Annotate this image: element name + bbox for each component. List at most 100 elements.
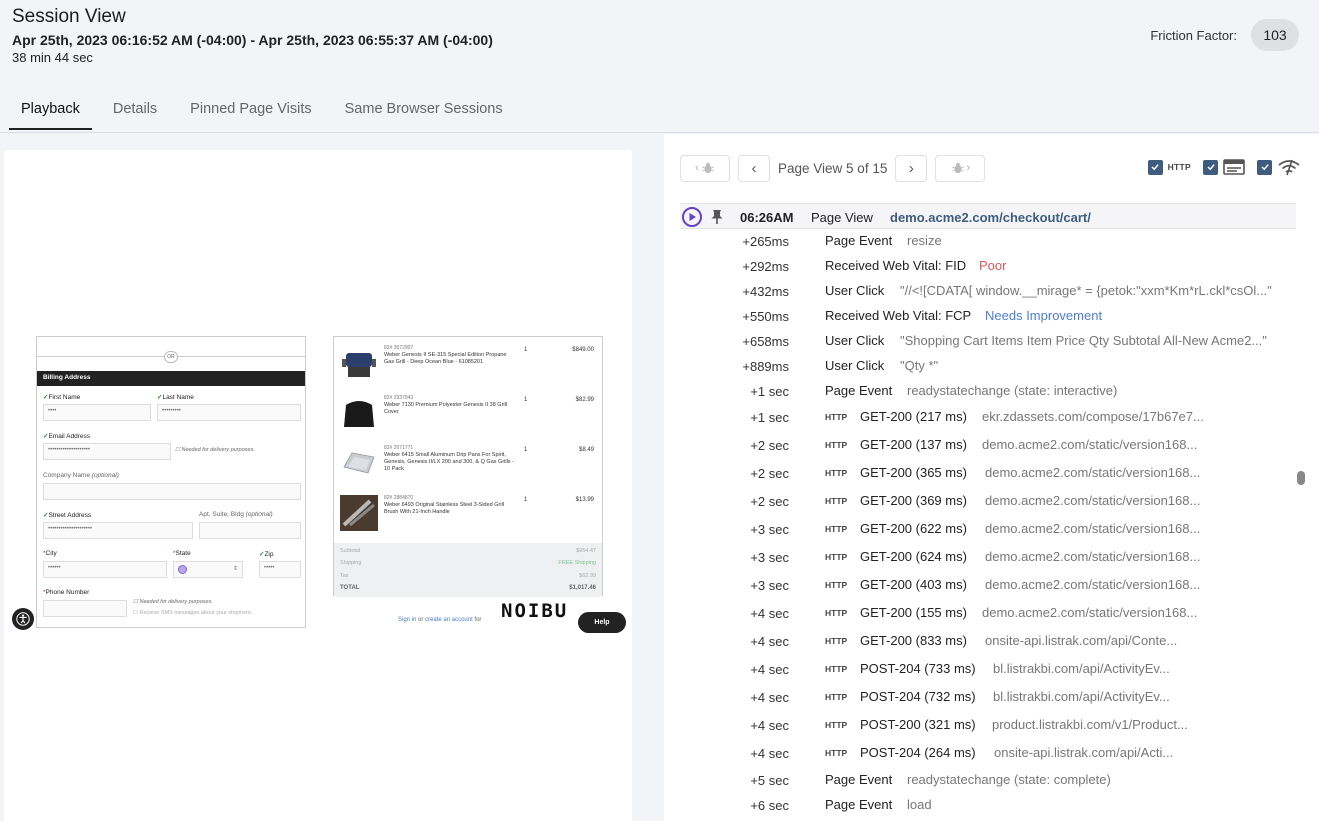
phone-field[interactable] — [43, 600, 127, 617]
shipping-row: Shipping FREE Shipping — [340, 560, 596, 566]
replayed-checkout-page: OR Billing Address ✓First Name •••• ✓Las… — [36, 336, 603, 636]
filter-console[interactable] — [1203, 159, 1245, 175]
page-view-kind: Page View — [811, 210, 873, 225]
last-name-label: ✓Last Name — [157, 394, 194, 401]
help-button[interactable]: Help — [578, 612, 626, 633]
pin-icon[interactable] — [709, 209, 725, 225]
http-event-row[interactable]: +2 sec HTTP GET-200 (369 ms) demo.acme2.… — [680, 488, 1296, 516]
first-name-label: ✓First Name — [43, 394, 81, 401]
noibu-logo: NOIBU — [501, 600, 569, 622]
bug-icon — [702, 162, 714, 174]
next-page-button[interactable]: › — [895, 154, 928, 182]
street-field[interactable]: ••••••••••••••••••••• — [43, 522, 193, 539]
event-filters: HTTP — [1147, 158, 1301, 176]
state-label: *State — [173, 550, 191, 557]
last-name-field[interactable]: ••••••••• — [157, 404, 301, 421]
subtotal-row: Subtotal $954.47 — [340, 548, 596, 554]
filter-network[interactable] — [1257, 158, 1301, 176]
tab-playback[interactable]: Playback — [9, 92, 92, 130]
state-select[interactable]: ⇕ — [173, 561, 243, 578]
friction-factor: Friction Factor: 103 — [1150, 19, 1299, 51]
http-event-row[interactable]: +2 sec HTTP GET-200 (365 ms) demo.acme2.… — [680, 460, 1296, 488]
event-row[interactable]: +550ms Received Web Vital: FCP Needs Imp… — [680, 304, 1296, 329]
event-row[interactable]: +265ms Page Event resize — [680, 229, 1296, 254]
chevron-right-icon: › — [908, 159, 914, 177]
apt-field[interactable] — [199, 522, 301, 539]
zip-field[interactable]: ••••• — [259, 561, 301, 578]
event-row[interactable]: +889ms User Click "Qty *" — [680, 354, 1296, 379]
company-label: Company Name (optional) — [43, 472, 119, 479]
event-row[interactable]: +1 sec Page Event readystatechange (stat… — [680, 379, 1296, 404]
tab-pinned-page-visits[interactable]: Pinned Page Visits — [178, 92, 323, 130]
session-time-range: Apr 25th, 2023 06:16:52 AM (-04:00) - Ap… — [12, 32, 493, 48]
first-name-field[interactable]: •••• — [43, 404, 151, 421]
play-icon[interactable] — [682, 207, 702, 227]
signin-prompt: Sign in or create an account for — [398, 617, 482, 623]
cart-item: 82# 2071771 Weber 6415 Small Aluminum Dr… — [340, 445, 598, 489]
company-field[interactable] — [43, 483, 301, 500]
or-divider: OR — [164, 351, 178, 363]
scrollbar-thumb[interactable] — [1297, 471, 1305, 485]
page-view-row[interactable]: 06:26AM Page View demo.acme2.com/checkou… — [680, 203, 1296, 229]
playback-viewport[interactable]: OR Billing Address ✓First Name •••• ✓Las… — [4, 150, 632, 821]
checkbox-checked-icon[interactable] — [1147, 159, 1163, 175]
chevron-right-icon: › — [966, 162, 971, 174]
cart-item: 82# 3072907 Weber Genesis II SE-315 Spec… — [340, 345, 598, 389]
http-event-row[interactable]: +4 sec HTTP GET-200 (833 ms) onsite-api.… — [680, 628, 1296, 656]
total-row: TOTAL $1,017.46 — [340, 585, 596, 591]
session-duration: 38 min 44 sec — [12, 50, 93, 65]
friction-factor-label: Friction Factor: — [1150, 27, 1237, 43]
http-event-row[interactable]: +2 sec HTTP GET-200 (137 ms) demo.acme2.… — [680, 432, 1296, 460]
event-row[interactable]: +5 sec Page Event readystatechange (stat… — [680, 768, 1296, 793]
sms-hint: ☐ Receive SMS messages about your shipme… — [133, 610, 253, 616]
page-view-url[interactable]: demo.acme2.com/checkout/cart/ — [890, 210, 1091, 225]
console-icon — [1223, 159, 1245, 175]
chevron-left-icon: ‹ — [751, 159, 757, 177]
http-event-row[interactable]: +4 sec HTTP POST-204 (264 ms) onsite-api… — [680, 740, 1296, 768]
page-view-pager: ‹ ‹ Page View 5 of 15 › › — [680, 154, 986, 182]
event-row[interactable]: +432ms User Click "//<![CDATA[ window.__… — [680, 279, 1296, 304]
tax-row: Tax $62.99 — [340, 573, 596, 579]
event-row[interactable]: +658ms User Click "Shopping Cart Items I… — [680, 329, 1296, 354]
http-event-row[interactable]: +4 sec HTTP POST-200 (321 ms) product.li… — [680, 712, 1296, 740]
cart-item: 82# 2937943 Weber 7130 Premium Polyester… — [340, 395, 598, 439]
next-error-button[interactable]: › — [935, 154, 986, 182]
tab-same-browser-sessions[interactable]: Same Browser Sessions — [333, 92, 515, 130]
event-timeline-panel: ‹ ‹ Page View 5 of 15 › › HTTP 06:26AM P… — [664, 134, 1319, 821]
chevron-left-icon: ‹ — [695, 162, 699, 174]
event-row[interactable]: +292ms Received Web Vital: FID Poor — [680, 254, 1296, 279]
http-event-row[interactable]: +3 sec HTTP GET-200 (624 ms) demo.acme2.… — [680, 544, 1296, 572]
grill-thumbnail-icon — [342, 353, 376, 377]
http-event-row[interactable]: +4 sec HTTP POST-204 (733 ms) bl.listrak… — [680, 656, 1296, 684]
bug-icon — [951, 162, 964, 174]
accessibility-icon[interactable] — [12, 608, 34, 630]
cart-totals: Subtotal $954.47 Shipping FREE Shipping Ta… — [334, 543, 602, 597]
apt-label: Apt, Suite, Bldg (optional) — [199, 511, 273, 518]
web-vital-rating: Poor — [979, 258, 1007, 273]
http-event-row[interactable]: +4 sec HTTP GET-200 (155 ms) demo.acme2.… — [680, 600, 1296, 628]
signin-link[interactable]: Sign in — [398, 617, 416, 623]
street-label: ✓Street Address — [43, 512, 92, 519]
create-account-link[interactable]: create an account — [425, 617, 473, 623]
wifi-icon — [1278, 159, 1300, 176]
checkbox-checked-icon[interactable] — [1257, 159, 1272, 175]
tab-details[interactable]: Details — [101, 92, 169, 130]
filter-http[interactable]: HTTP — [1147, 159, 1191, 175]
event-row[interactable]: +6 sec Page Event load — [680, 793, 1296, 818]
http-event-row[interactable]: +4 sec HTTP POST-204 (732 ms) bl.listrak… — [680, 684, 1296, 712]
session-header: Session View Apr 25th, 2023 06:16:52 AM … — [0, 0, 1319, 133]
grill-cover-thumbnail-icon — [344, 401, 374, 427]
city-field[interactable]: •••••• — [43, 561, 167, 578]
checkbox-checked-icon[interactable] — [1203, 159, 1218, 175]
cart-summary: 82# 3072907 Weber Genesis II SE-315 Spec… — [333, 336, 603, 597]
grill-brush-thumbnail-icon — [340, 495, 378, 531]
http-event-row[interactable]: +3 sec HTTP GET-200 (403 ms) demo.acme2.… — [680, 572, 1296, 600]
http-event-row[interactable]: +3 sec HTTP GET-200 (622 ms) demo.acme2.… — [680, 516, 1296, 544]
email-field[interactable]: •••••••••••••••••••• — [43, 443, 171, 460]
http-filter-label: HTTP — [1167, 162, 1191, 172]
http-event-row[interactable]: +1 sec HTTP GET-200 (217 ms) ekr.zdasset… — [680, 404, 1296, 432]
billing-form: OR Billing Address ✓First Name •••• ✓Las… — [36, 336, 306, 628]
prev-page-button[interactable]: ‹ — [738, 154, 770, 182]
drip-pan-thumbnail-icon — [343, 452, 375, 474]
prev-error-button[interactable]: ‹ — [680, 154, 730, 182]
